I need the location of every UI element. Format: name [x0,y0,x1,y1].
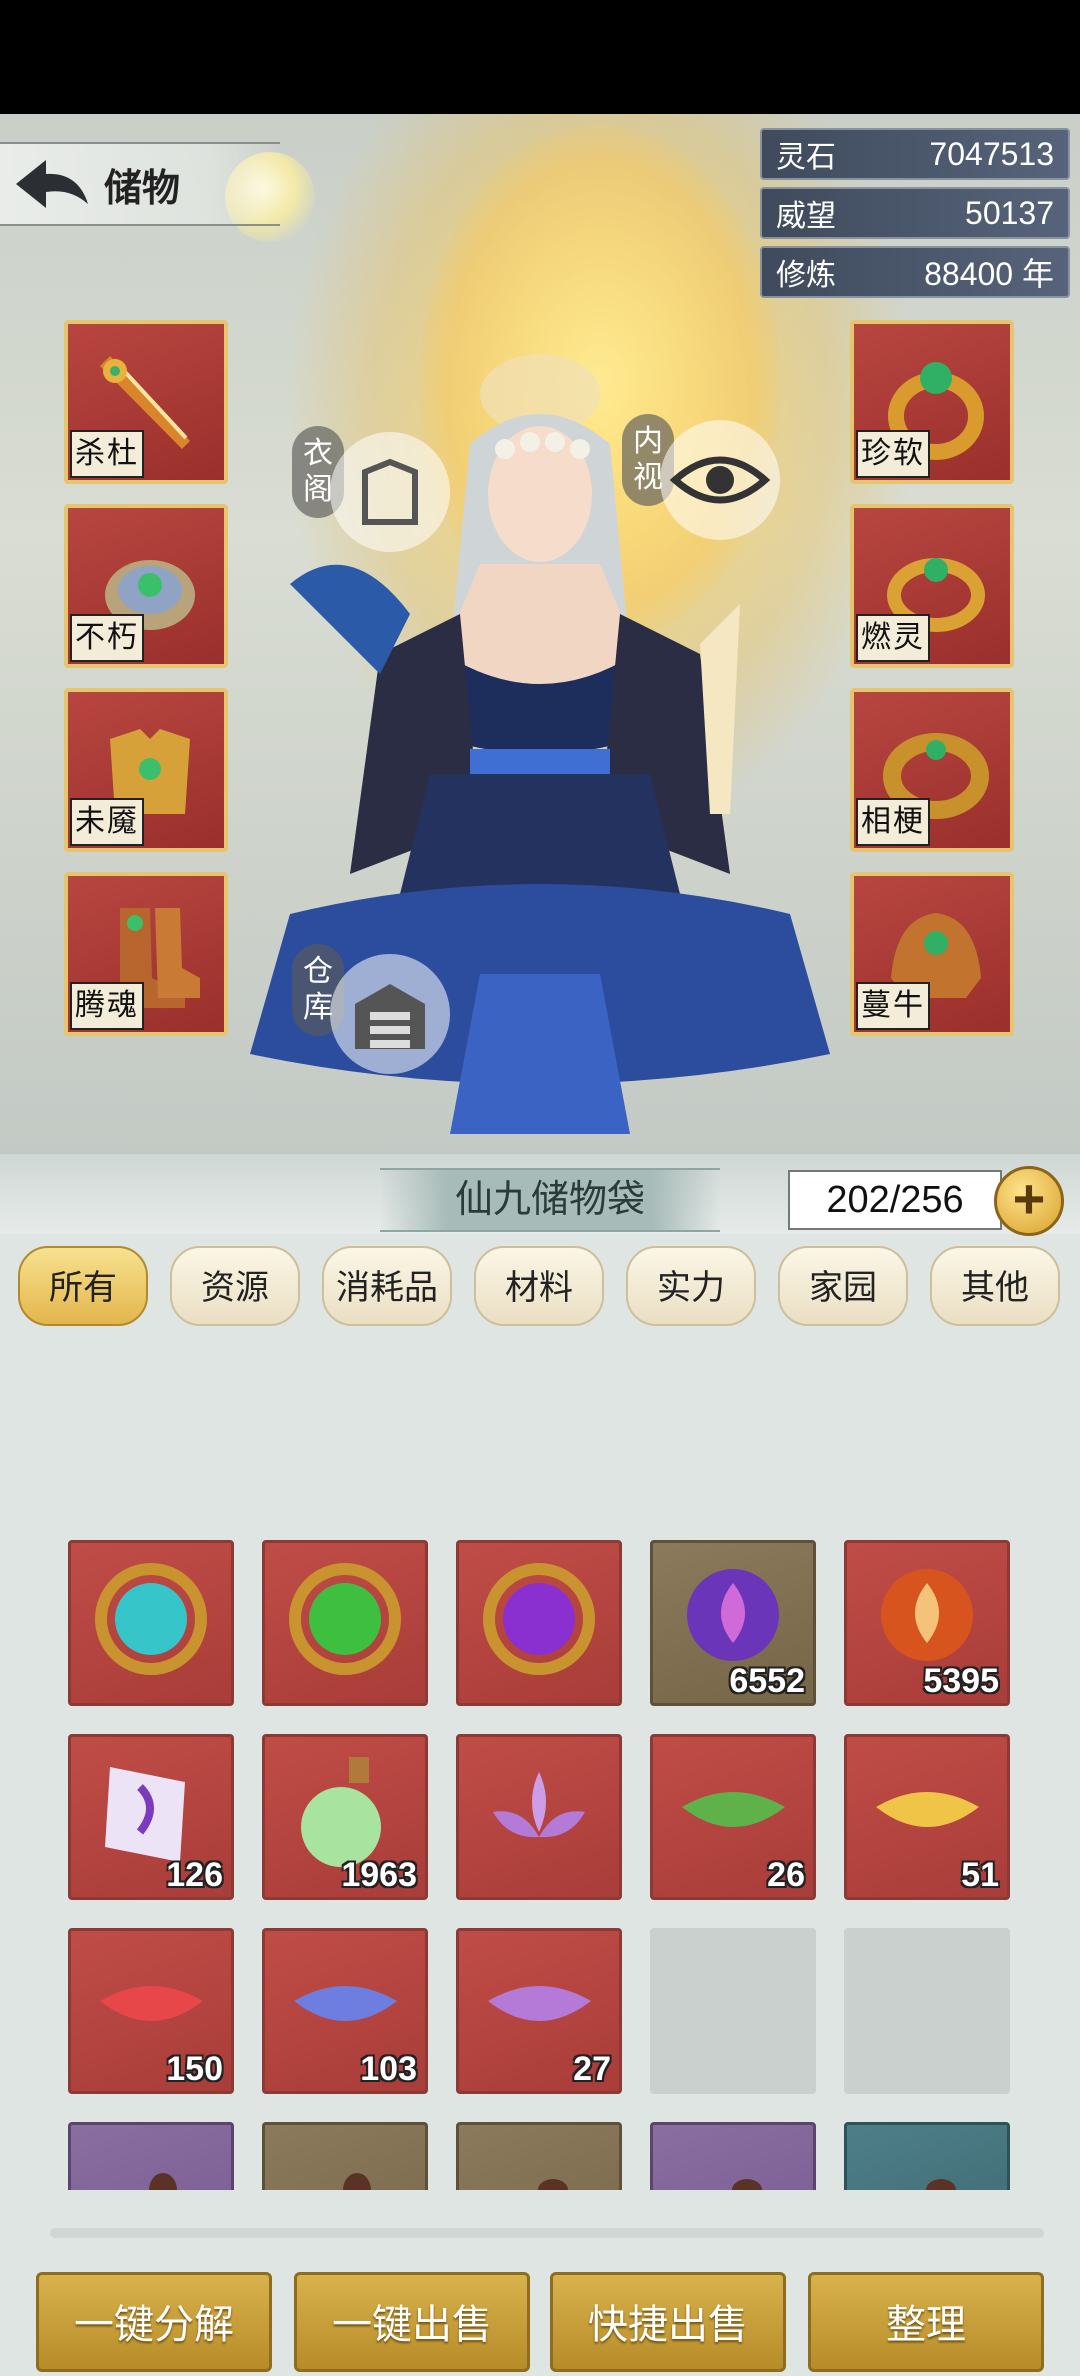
item-slot[interactable] [68,1540,234,1706]
empty-slot[interactable] [844,1928,1010,2094]
stat-value: 88400 年 [924,256,1054,292]
item-slot[interactable]: 6552 [650,1540,816,1706]
bag-capacity: 202/256 [788,1170,1002,1230]
back-button[interactable]: 储物 [0,142,280,226]
stat-value: 50137 [965,194,1054,231]
tab-materials[interactable]: 材料 [474,1246,604,1326]
one-click-sell-button[interactable]: 一键出售 [294,2272,530,2372]
tab-consumables[interactable]: 消耗品 [322,1246,452,1326]
item-count: 1963 [341,1856,417,1894]
item-slot[interactable]: 73 [650,2122,816,2190]
seeds-icon [149,2173,177,2190]
item-slot[interactable] [262,1540,428,1706]
cyan-dragon-orb-icon [95,1563,207,1675]
item-count: 26 [767,1856,805,1894]
item-slot[interactable]: 27 [456,1928,622,2094]
item-count: 103 [360,2050,417,2088]
empty-slot[interactable] [650,1928,816,2094]
stat-prestige: 威望 50137 [760,187,1070,239]
inspect-button[interactable] [660,420,780,540]
tab-other[interactable]: 其他 [930,1246,1060,1326]
equip-seal: 相梗 [856,798,930,846]
tab-resources[interactable]: 资源 [170,1246,300,1326]
item-slot[interactable]: 5395 [844,1540,1010,1706]
stat-label: 灵石 [776,141,836,174]
character-scene: 储物 灵石 7047513 威望 50137 修炼 88400 年 杀杜 不朽 [0,114,1080,1154]
status-bar [0,0,1080,114]
purple-dragon-orb-icon [483,1563,595,1675]
equip-seal: 未魇 [70,798,144,846]
sort-button[interactable]: 整理 [808,2272,1044,2372]
seeds-icon [343,2173,371,2190]
seeds-icon [926,2179,956,2190]
equip-slot-weapon[interactable]: 杀杜 [64,320,228,484]
stat-spirit-stone: 灵石 7047513 [760,128,1070,180]
item-slot[interactable]: 103 [262,1928,428,2094]
page-title: 储物 [104,167,181,210]
equip-seal: 腾魂 [70,982,144,1030]
item-slot[interactable]: 71 [844,2122,1010,2190]
category-tabs: 所有 资源 消耗品 材料 实力 家园 其他 [18,1246,1080,1330]
one-click-decompose-button[interactable]: 一键分解 [36,2272,272,2372]
quick-sell-button[interactable]: 快捷出售 [550,2272,786,2372]
tab-power[interactable]: 实力 [626,1246,756,1326]
item-slot[interactable]: 51 [844,1734,1010,1900]
eye-icon [669,456,771,504]
grid-scrollbar[interactable] [50,2228,1044,2238]
action-bar: 一键分解 一键出售 快捷出售 整理 [0,2258,1080,2376]
item-slot[interactable]: 6 [262,2122,428,2190]
stat-value: 7047513 [929,135,1054,172]
item-slot[interactable]: 26 [650,1734,816,1900]
resource-stats: 灵石 7047513 威望 50137 修炼 88400 年 [760,128,1070,305]
equip-slot-ring-2[interactable]: 相梗 [850,688,1014,852]
equip-seal: 不朽 [70,614,144,662]
stat-label: 威望 [776,200,836,233]
expand-bag-button[interactable]: + [994,1166,1064,1236]
item-count: 5395 [923,1662,999,1700]
equip-slot-armor[interactable]: 未魇 [64,688,228,852]
stat-cultivation: 修炼 88400 年 [760,246,1070,298]
item-slot[interactable]: 150 [68,1928,234,2094]
equip-seal: 珍软 [856,430,930,478]
green-dragon-orb-icon [289,1563,401,1675]
lotus-icon [493,1772,585,1838]
equip-slot-ring-1[interactable]: 珍软 [850,320,1014,484]
equip-slot-bracer[interactable]: 不朽 [64,504,228,668]
item-count: 51 [961,1856,999,1894]
storage-bag-panel: 仙九储物袋 202/256 + 所有 资源 消耗品 材料 实力 家园 其他 65… [0,1154,1080,2376]
equip-seal: 蔓牛 [856,982,930,1030]
equip-seal: 燃灵 [856,614,930,662]
wardrobe-icon [362,458,418,525]
item-slot[interactable]: 514 [68,2122,234,2190]
wardrobe-button[interactable] [330,432,450,552]
item-count: 150 [166,2050,223,2088]
equip-slot-bracelet[interactable]: 燃灵 [850,504,1014,668]
warehouse-icon [355,984,425,1049]
stat-label: 修炼 [776,259,836,292]
item-slot[interactable]: 137 [456,2122,622,2190]
item-grid: 6552 5395 126 1963 26 51 150 103 27 [0,1342,1080,2190]
item-slot[interactable]: 126 [68,1734,234,1900]
item-slot[interactable] [456,1540,622,1706]
warehouse-button[interactable] [330,954,450,1074]
equip-slot-helmet[interactable]: 蔓牛 [850,872,1014,1036]
seeds-icon [732,2179,762,2190]
bag-name: 仙九储物袋 [380,1168,720,1232]
equip-seal: 杀杜 [70,430,144,478]
item-count: 6552 [729,1662,805,1700]
bag-header: 仙九储物袋 202/256 + [0,1154,1080,1236]
item-count: 126 [166,1856,223,1894]
tab-all[interactable]: 所有 [18,1246,148,1326]
tab-homestead[interactable]: 家园 [778,1246,908,1326]
back-arrow-icon [16,160,88,208]
item-slot[interactable]: 1963 [262,1734,428,1900]
item-slot[interactable] [456,1734,622,1900]
item-count: 27 [573,2050,611,2088]
equip-slot-boots[interactable]: 腾魂 [64,872,228,1036]
seeds-icon [538,2179,568,2190]
